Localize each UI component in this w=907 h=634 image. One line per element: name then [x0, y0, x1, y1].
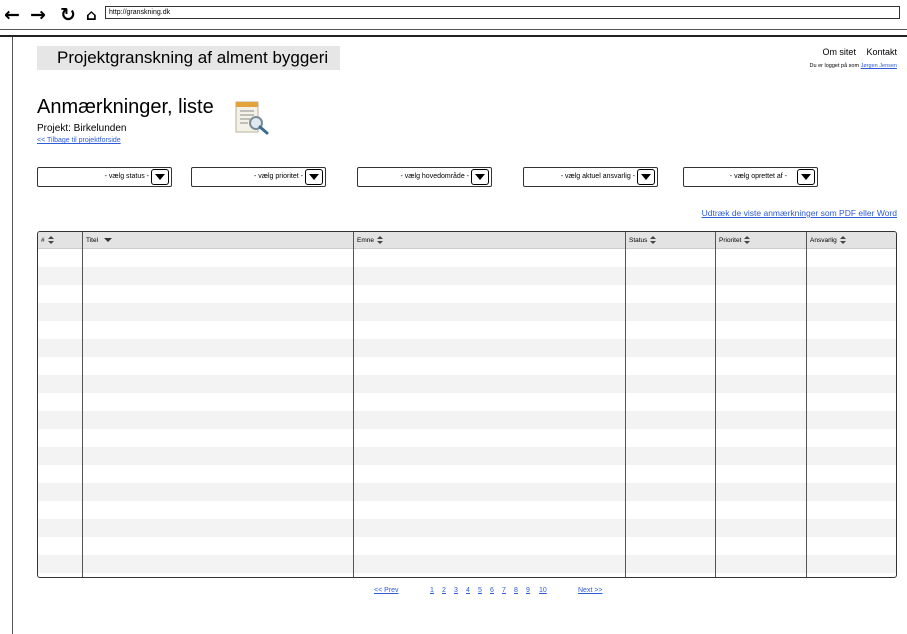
table-row: [38, 321, 896, 339]
reload-icon[interactable]: ↻: [60, 5, 76, 25]
pagination-page[interactable]: 6: [490, 587, 494, 594]
table-row: [38, 447, 896, 465]
column-divider: [625, 232, 626, 577]
url-bar[interactable]: http://granskning.dk: [105, 6, 900, 19]
priority-filter[interactable]: - vælg prioritet -: [191, 167, 326, 187]
table-row: [38, 465, 896, 483]
export-pdf-word-link[interactable]: Udtræk de viste anmærkninger som PDF ell…: [702, 208, 897, 218]
table-row: [38, 285, 896, 303]
column-divider: [353, 232, 354, 577]
table-row: [38, 429, 896, 447]
column-responsible-label: Ansvarlig: [810, 237, 837, 244]
column-header-responsible[interactable]: Ansvarlig: [807, 232, 846, 249]
logged-in-text: Du er logget på som: [809, 63, 860, 69]
table-row: [38, 357, 896, 375]
status-filter[interactable]: - vælg status -: [37, 167, 172, 187]
chevron-down-icon[interactable]: [151, 169, 169, 185]
table-row: [38, 555, 896, 573]
pagination-page[interactable]: 10: [539, 587, 547, 594]
pagination-page[interactable]: 9: [526, 587, 530, 594]
chevron-down-icon[interactable]: [305, 169, 323, 185]
user-link[interactable]: Jørgen Jensen: [861, 63, 897, 69]
back-link[interactable]: << Tilbage til projektforside: [37, 137, 121, 144]
pagination-page[interactable]: 2: [442, 587, 446, 594]
browser-toolbar: ← → ↻ ⌂ http://granskning.dk: [0, 0, 907, 30]
pagination-page[interactable]: 1: [430, 587, 434, 594]
responsible-filter[interactable]: - vælg aktuel ansvarlig -: [523, 167, 658, 187]
pagination-prev[interactable]: << Prev: [374, 587, 399, 594]
column-header-status[interactable]: Status: [626, 232, 657, 249]
table-row: [38, 249, 896, 267]
chevron-down-icon[interactable]: [637, 169, 655, 185]
table-row: [38, 393, 896, 411]
sort-icon[interactable]: [376, 236, 383, 245]
column-header-title[interactable]: Titel: [83, 232, 113, 249]
main-area-filter[interactable]: - vælg hovedområde -: [357, 167, 492, 187]
logged-in-info: Du er logget på som Jørgen Jensen: [810, 63, 897, 69]
created-by-filter[interactable]: - vælg oprettet af -: [683, 167, 818, 187]
column-header-number[interactable]: #: [38, 232, 54, 249]
table-row: [38, 339, 896, 357]
table-row: [38, 519, 896, 537]
table-row: [38, 267, 896, 285]
pagination-page[interactable]: 5: [478, 587, 482, 594]
sort-icon[interactable]: [839, 236, 846, 245]
home-icon[interactable]: ⌂: [86, 5, 97, 25]
main-area-filter-text: - vælg hovedområde -: [400, 173, 469, 180]
table-row: [38, 483, 896, 501]
sort-desc-icon[interactable]: [104, 238, 113, 243]
chevron-down-icon[interactable]: [797, 169, 815, 185]
column-divider: [82, 232, 83, 577]
responsible-filter-text: - vælg aktuel ansvarlig -: [560, 173, 635, 180]
table-row: [38, 411, 896, 429]
about-link[interactable]: Om sitet: [822, 47, 856, 57]
chevron-down-icon[interactable]: [471, 169, 489, 185]
column-title-label: Titel: [86, 237, 99, 244]
document-search-icon: [235, 101, 269, 135]
column-priority-label: Prioritet: [719, 237, 742, 244]
sort-icon[interactable]: [744, 236, 751, 245]
created-by-filter-text: - vælg oprettet af -: [729, 173, 787, 180]
project-label: Projekt: Birkelunden: [37, 123, 127, 134]
contact-link[interactable]: Kontakt: [866, 47, 897, 57]
pagination-page[interactable]: 4: [466, 587, 470, 594]
table-row: [38, 501, 896, 519]
table-row: [38, 375, 896, 393]
column-divider: [806, 232, 807, 577]
column-header-priority[interactable]: Prioritet: [716, 232, 751, 249]
site-title: Projektgranskning af alment byggeri: [37, 46, 340, 70]
sort-icon[interactable]: [650, 236, 657, 245]
table-header: # Titel Emne Status Prioritet Ansvarlig: [38, 232, 896, 249]
table-row: [38, 303, 896, 321]
status-filter-text: - vælg status -: [104, 173, 149, 180]
table-row: [38, 537, 896, 555]
pagination-page[interactable]: 7: [502, 587, 506, 594]
sort-icon[interactable]: [47, 236, 54, 245]
remarks-table: # Titel Emne Status Prioritet Ansvarlig: [37, 231, 897, 578]
column-divider: [715, 232, 716, 577]
pagination-next[interactable]: Next >>: [578, 587, 603, 594]
arrow-left-icon[interactable]: ←: [4, 5, 20, 25]
column-number-label: #: [41, 237, 45, 244]
table-row: [38, 573, 896, 577]
column-status-label: Status: [629, 237, 648, 244]
page-title: Anmærkninger, liste: [37, 96, 214, 118]
top-links: Om sitet Kontakt: [814, 47, 897, 57]
column-subject-label: Emne: [357, 237, 374, 244]
priority-filter-text: - vælg prioritet -: [253, 173, 303, 180]
pagination-page[interactable]: 8: [514, 587, 518, 594]
pagination-page[interactable]: 3: [454, 587, 458, 594]
arrow-right-icon[interactable]: →: [30, 5, 46, 25]
column-header-subject[interactable]: Emne: [354, 232, 383, 249]
